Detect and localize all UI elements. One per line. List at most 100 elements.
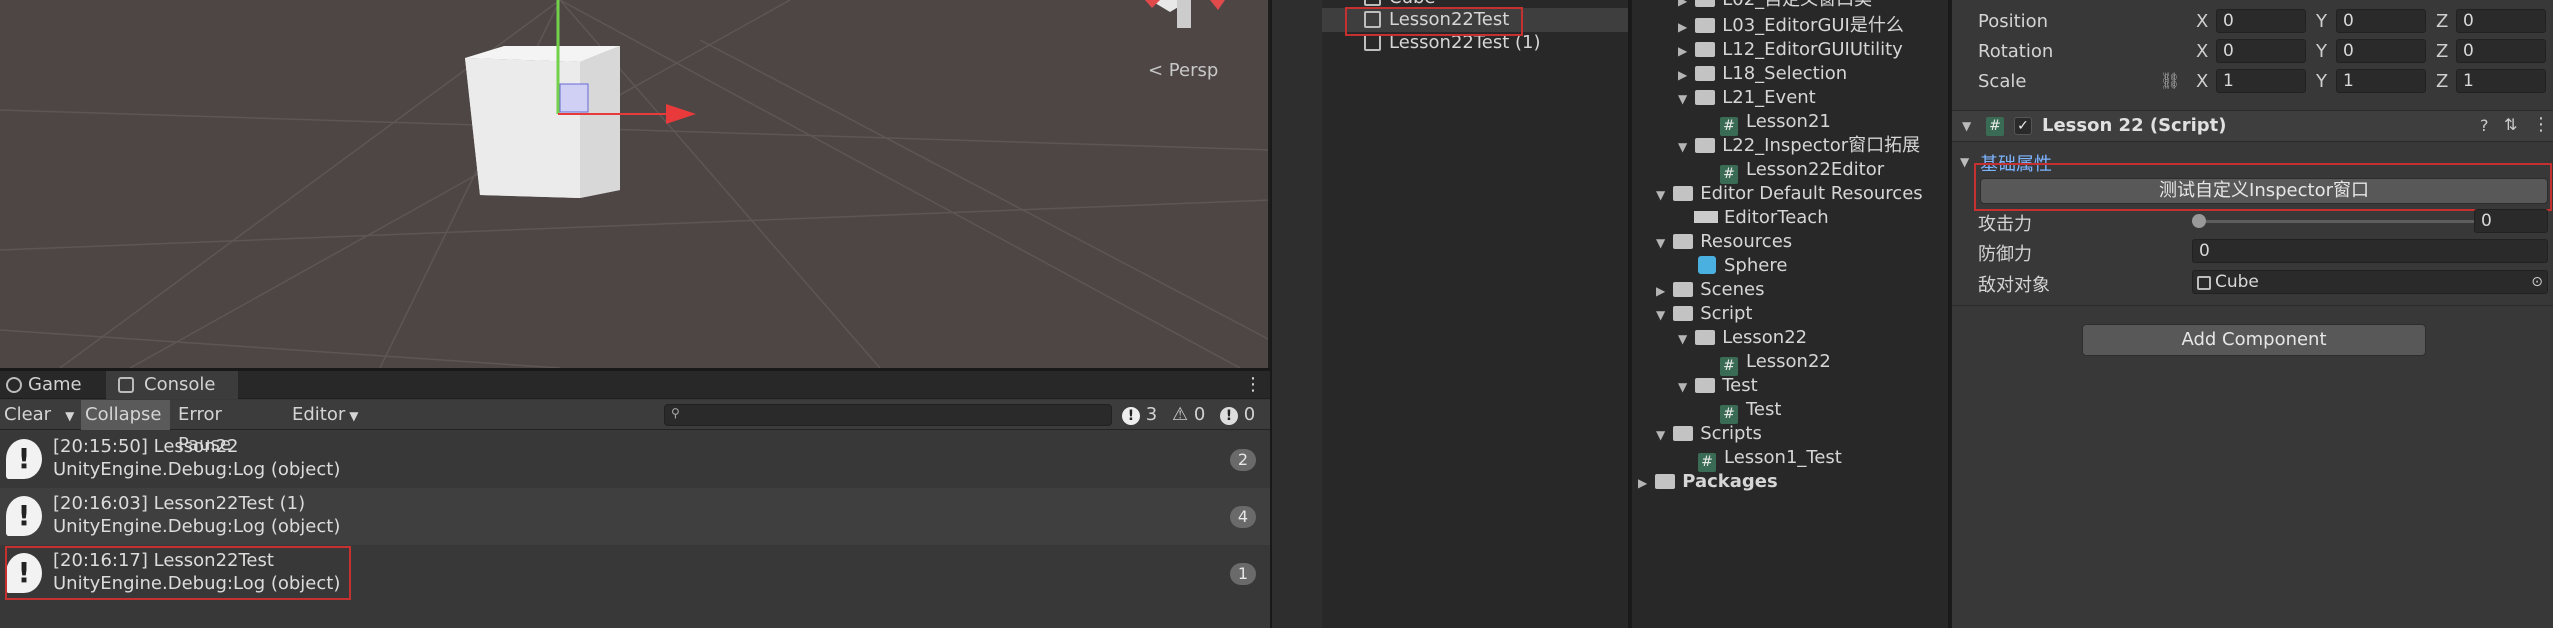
enemy-object-field[interactable]: Cube ⊙ [2192,270,2548,294]
error-pause-button[interactable]: Error Pause [174,400,284,455]
log-info-icon: ! [6,496,42,536]
chevron-down-icon[interactable]: ▼ [1656,188,1665,202]
enemy-label: 敌对对象 [1978,275,2050,296]
project-folder[interactable]: ▶ L18_Selection [1678,62,1847,86]
chevron-down-icon[interactable]: ▼ [1656,308,1665,322]
chevron-down-icon[interactable]: ▼ [1656,236,1665,250]
rotation-y-field[interactable]: 0 [2336,39,2426,63]
project-folder[interactable]: ▼ Scripts [1656,422,1762,446]
search-input[interactable]: ⚲ [664,404,1112,426]
position-z-field[interactable]: 0 [2456,9,2546,33]
scale-x-field[interactable]: 1 [2216,69,2306,93]
project-folder[interactable]: ▼ Lesson22 [1678,326,1807,350]
project-item-label: L03_EditorGUI是什么 [1722,15,1904,36]
gamepad-icon [6,377,22,393]
log-entry[interactable]: ! [20:15:50] Lesson22 UnityEngine.Debug:… [0,431,1270,488]
project-folder[interactable]: ▶ L12_EditorGUIUtility [1678,38,1903,62]
project-script[interactable]: # Lesson22Editor [1720,158,1885,184]
axis-z-label: Z [2436,11,2449,32]
project-folder[interactable]: ▼ L22_Inspector窗口拓展 [1678,134,1920,158]
chevron-right-icon[interactable]: ▶ [1638,476,1647,490]
chevron-right-icon[interactable]: ▶ [1678,68,1687,82]
project-item-label: L22_Inspector窗口拓展 [1722,135,1921,156]
project-folder[interactable]: ▶ Scenes [1656,278,1765,302]
project-folder[interactable]: ▶ L03_EditorGUI是什么 [1678,14,1904,38]
tab-game[interactable]: Game [0,371,104,399]
project-item-label: Lesson22Editor [1746,159,1885,180]
project-folder[interactable]: ▼ Test [1678,374,1758,398]
defense-label: 防御力 [1978,244,2032,265]
chevron-down-icon[interactable]: ▼ [1678,380,1687,394]
log-entry[interactable]: ! [20:16:03] Lesson22Test (1) UnityEngin… [0,488,1270,545]
attack-slider-track[interactable] [2198,220,2488,223]
project-script[interactable]: # Lesson22 [1720,350,1831,376]
help-icon[interactable]: ? [2480,116,2489,135]
info-count-toggle[interactable]: ! 3 [1122,404,1157,426]
project-item-label: Lesson1_Test [1724,447,1842,468]
folder-icon [1695,0,1716,7]
error-icon: ! [1220,407,1238,425]
chevron-right-icon[interactable]: ▶ [1656,284,1665,298]
project-asset[interactable]: EditorTeach [1694,206,1829,230]
scene-canvas[interactable] [0,0,1270,368]
attack-value-field[interactable]: 0 [2474,209,2548,233]
log-line1: [20:15:50] Lesson22 [53,436,239,457]
position-x-field[interactable]: 0 [2216,9,2306,33]
project-folder[interactable]: ▼ Resources [1656,230,1792,254]
log-line2: UnityEngine.Debug:Log (object) [53,459,341,480]
attack-slider-thumb[interactable] [2192,214,2206,228]
project-script[interactable]: # Lesson1_Test [1698,446,1842,472]
component-header[interactable]: ▼ # ✓ Lesson 22 (Script) ? ⇅ ⋮ [1952,110,2553,142]
project-folder[interactable]: ▶ L02_自定义窗口类 [1678,0,1872,12]
object-picker-icon[interactable]: ⊙ [2531,271,2543,293]
project-folder[interactable]: ▼ Editor Default Resources [1656,182,1923,206]
rotation-x-field[interactable]: 0 [2216,39,2306,63]
divider [1952,305,2553,306]
error-count-toggle[interactable]: ! 0 [1220,404,1255,426]
project-folder[interactable]: ▼ Script [1656,302,1752,326]
defense-field[interactable]: 0 [2192,239,2548,263]
chevron-right-icon[interactable]: ▶ [1678,0,1687,8]
chevron-down-icon[interactable]: ▼ [65,409,74,423]
axis-x-label: X [2196,11,2209,32]
project-prefab[interactable]: Sphere [1698,254,1787,278]
presets-icon[interactable]: ⇅ [2504,115,2517,134]
project-folder[interactable]: ▼ L21_Event [1678,86,1816,110]
folder-open-icon [1673,234,1694,249]
clear-button[interactable]: Clear ▼ [0,400,80,430]
chevron-down-icon[interactable]: ▼ [1960,155,1969,169]
project-item-label: L21_Event [1722,87,1816,108]
chevron-down-icon[interactable]: ▼ [1656,428,1665,442]
warn-count-toggle[interactable]: ⚠ 0 [1172,404,1205,426]
log-info-icon: ! [6,439,42,479]
more-menu-icon[interactable]: ⋮ [2532,114,2550,135]
collapse-button[interactable]: Collapse [81,400,170,430]
chevron-down-icon[interactable]: ▼ [1678,140,1687,154]
enabled-checkbox[interactable]: ✓ [2014,117,2032,135]
chevron-down-icon[interactable]: ▼ [1962,119,1971,133]
scene-view[interactable]: < Persp [0,0,1270,368]
attack-label: 攻击力 [1978,214,2032,235]
scale-z-field[interactable]: 1 [2456,69,2546,93]
chevron-right-icon[interactable]: ▶ [1678,20,1687,34]
more-menu-icon[interactable]: ⋮ [1244,374,1262,395]
folder-open-icon [1673,186,1694,201]
project-script[interactable]: # Test [1720,398,1781,424]
editor-label: Editor [292,404,346,425]
persp-label[interactable]: < Persp [1148,60,1218,81]
scale-y-field[interactable]: 1 [2336,69,2426,93]
log-count-badge: 4 [1230,506,1256,528]
add-component-button[interactable]: Add Component [2082,324,2426,356]
chevron-right-icon[interactable]: ▶ [1678,44,1687,58]
project-folder[interactable]: ▶ Packages [1638,470,1778,494]
position-y-field[interactable]: 0 [2336,9,2426,33]
cube-icon [1364,34,1381,51]
prefab-icon [1698,256,1716,274]
rotation-z-field[interactable]: 0 [2456,39,2546,63]
tab-console[interactable]: Console [106,371,238,399]
project-script[interactable]: # Lesson21 [1720,110,1831,136]
chevron-down-icon[interactable]: ▼ [1678,332,1687,346]
link-scale-icon[interactable]: ⛓ [2160,71,2180,90]
editor-dropdown[interactable]: Editor ▼ [288,400,360,430]
chevron-down-icon[interactable]: ▼ [1678,92,1687,106]
